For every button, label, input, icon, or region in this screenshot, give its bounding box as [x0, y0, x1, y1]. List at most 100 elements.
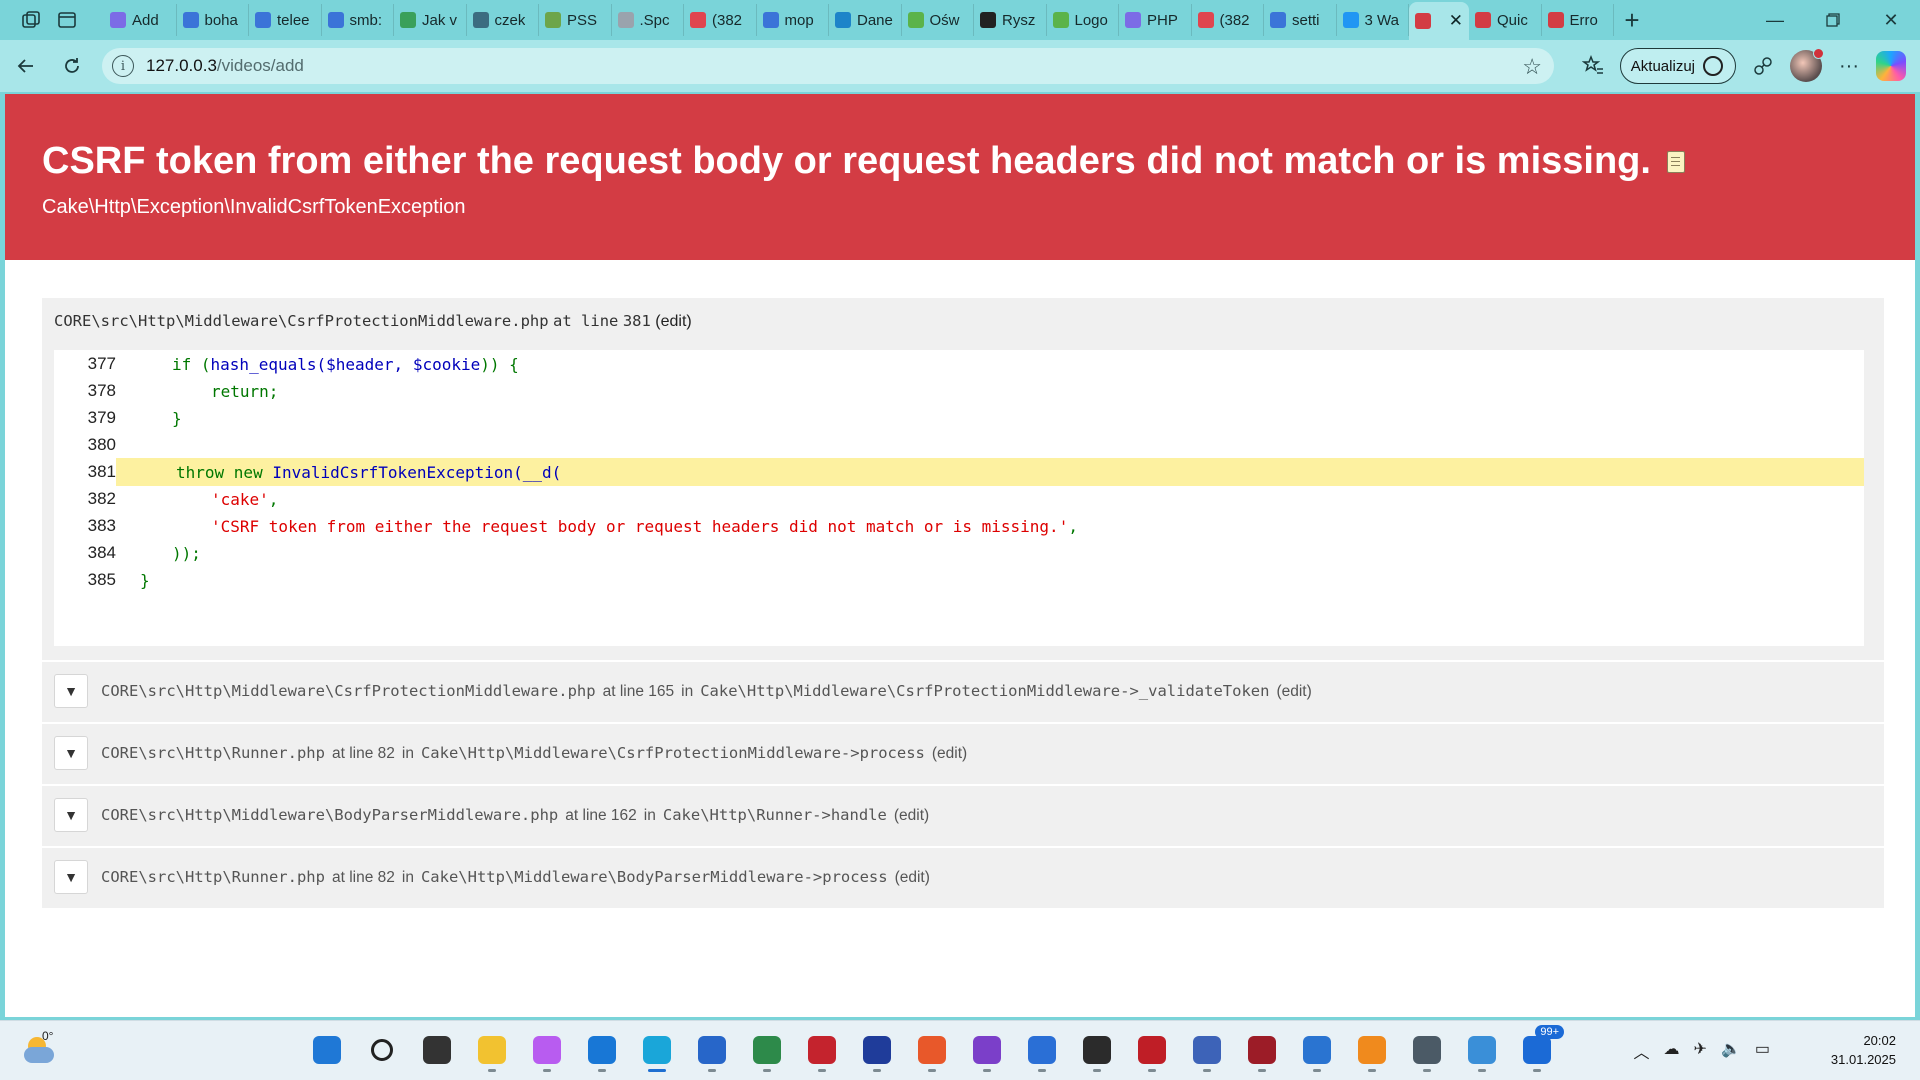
stack-frame-row[interactable]: ▼ CORE\src\Http\Runner.php at line 82 in…	[42, 846, 1884, 906]
browser-tab[interactable]: Ośw	[902, 4, 974, 36]
url-text[interactable]: 127.0.0.3/videos/add	[146, 56, 304, 76]
stack-frame-text[interactable]: CORE\src\Http\Middleware\BodyParserMiddl…	[101, 806, 929, 825]
copy-clipboard-icon[interactable]	[1666, 150, 1685, 173]
code-line: 384 ));	[54, 539, 1864, 567]
browser-tab[interactable]: Add	[104, 4, 177, 36]
player-icon[interactable]	[1349, 1027, 1395, 1073]
search-icon[interactable]	[359, 1027, 405, 1073]
stack-edit-link[interactable]: (edit)	[932, 745, 967, 763]
browser-tab[interactable]: Logo	[1047, 4, 1119, 36]
stack-in: in	[401, 868, 414, 886]
browser-tab[interactable]: Quic	[1469, 4, 1542, 36]
file-explorer-icon[interactable]	[469, 1027, 515, 1073]
new-tab-icon[interactable]: +	[1614, 4, 1650, 36]
extensions-icon[interactable]	[1746, 49, 1780, 83]
stack-edit-link[interactable]: (edit)	[895, 869, 930, 887]
tab-title: smb:	[349, 11, 383, 29]
filezilla-icon[interactable]	[1129, 1027, 1175, 1073]
copilot-icon[interactable]	[524, 1027, 570, 1073]
browser-tab[interactable]: Jak v	[394, 4, 467, 36]
expand-toggle-icon[interactable]: ▼	[54, 736, 88, 770]
close-tab-icon[interactable]: ✕	[1449, 11, 1463, 31]
app-glyph	[1193, 1036, 1221, 1064]
stack-frame-row[interactable]: ▼ CORE\src\Http\Runner.php at line 82 in…	[42, 722, 1884, 782]
browser-tab[interactable]: .Spc	[612, 4, 684, 36]
close-window-icon[interactable]: ✕	[1862, 0, 1920, 40]
copilot-icon[interactable]	[1876, 51, 1906, 81]
task-view-icon[interactable]	[414, 1027, 460, 1073]
browser-tab[interactable]: Erro	[1542, 4, 1614, 36]
error-title: CSRF token from either the request body …	[42, 140, 1685, 183]
browser-tab[interactable]: czek	[467, 4, 539, 36]
battery-icon[interactable]: ▭	[1755, 1039, 1770, 1063]
notepad-icon[interactable]	[1294, 1027, 1340, 1073]
terminal-icon[interactable]	[1074, 1027, 1120, 1073]
restore-icon[interactable]	[1804, 0, 1862, 40]
line-number: 379	[87, 408, 116, 427]
browser-tab[interactable]: Rysz	[974, 4, 1047, 36]
browser-tab[interactable]: mop	[757, 4, 829, 36]
back-arrow-icon[interactable]	[6, 46, 46, 86]
browser-tab[interactable]: boha	[177, 4, 249, 36]
line-number: 380	[87, 435, 116, 454]
stack-edit-link[interactable]: (edit)	[1276, 683, 1311, 701]
tab-favicon-icon	[1270, 12, 1286, 28]
stack-frame-text[interactable]: CORE\src\Http\Middleware\CsrfProtectionM…	[101, 682, 1312, 701]
frame-edit-link[interactable]: (edit)	[655, 313, 691, 330]
browser-tab[interactable]: (382	[1192, 4, 1264, 36]
workspaces-icon[interactable]	[16, 5, 46, 35]
save-icon[interactable]	[854, 1027, 900, 1073]
clock[interactable]: 20:02 31.01.2025	[1831, 1031, 1896, 1069]
update-button[interactable]: Aktualizuj	[1619, 48, 1736, 84]
d-app-icon[interactable]	[1239, 1027, 1285, 1073]
stack-frame-row[interactable]: ▼ CORE\src\Http\Middleware\CsrfProtectio…	[42, 660, 1884, 720]
weather-widget[interactable]: 0°	[20, 1029, 60, 1071]
expand-toggle-icon[interactable]: ▼	[54, 798, 88, 832]
network-icon[interactable]	[1184, 1027, 1230, 1073]
control-panel-icon[interactable]	[1459, 1027, 1505, 1073]
site-info-icon[interactable]: i	[112, 55, 134, 77]
code-token: ,	[268, 489, 279, 509]
more-menu-icon[interactable]: ···	[1832, 49, 1866, 83]
clock-time: 20:02	[1863, 1033, 1896, 1048]
stack-edit-link[interactable]: (edit)	[894, 807, 929, 825]
stack-frame-text[interactable]: CORE\src\Http\Runner.php at line 82 in C…	[101, 868, 930, 887]
airplane-icon[interactable]: ✈	[1694, 1039, 1707, 1063]
favorite-star-icon[interactable]: ☆	[1522, 54, 1542, 80]
code-line-highlighted: 381 throw new InvalidCsrfTokenException(…	[54, 458, 1864, 486]
expand-toggle-icon[interactable]: ▼	[54, 674, 88, 708]
settings-icon[interactable]	[1404, 1027, 1450, 1073]
profile-avatar[interactable]	[1790, 48, 1824, 82]
vertical-tabs-icon[interactable]	[52, 5, 82, 35]
stack-frame-row[interactable]: ▼ CORE\src\Http\Middleware\BodyParserMid…	[42, 784, 1884, 844]
browser-tab[interactable]: setti	[1264, 4, 1337, 36]
store-icon[interactable]	[689, 1027, 735, 1073]
browser-tab[interactable]: Dane	[829, 4, 902, 36]
chevron-up-icon[interactable]: ︿	[1634, 1039, 1650, 1063]
vs-code-like-icon[interactable]	[744, 1027, 790, 1073]
reload-icon[interactable]	[52, 46, 92, 86]
edge-icon[interactable]	[634, 1027, 680, 1073]
firefox-dev-icon[interactable]	[1019, 1027, 1065, 1073]
browser-tab[interactable]: smb:	[322, 4, 394, 36]
teams-like-icon[interactable]: 99+	[1514, 1025, 1564, 1073]
cloud-sync-icon[interactable]: ☁	[1664, 1039, 1680, 1063]
stack-frame-text[interactable]: CORE\src\Http\Runner.php at line 82 in C…	[101, 744, 967, 763]
volume-icon[interactable]: 🔈	[1721, 1039, 1741, 1063]
address-bar[interactable]: i 127.0.0.3/videos/add ☆	[102, 48, 1554, 84]
expand-toggle-icon[interactable]: ▼	[54, 860, 88, 894]
browser-tab[interactable]: 3 Wa	[1337, 4, 1409, 36]
media-icon[interactable]	[799, 1027, 845, 1073]
git-icon[interactable]	[909, 1027, 955, 1073]
browser-tab-active[interactable]: ✕	[1409, 2, 1469, 40]
taskbar: 0° 99+ ︿ ☁ ✈ 🔈 ▭ 20:02 31.01.2025	[0, 1020, 1920, 1080]
github-icon[interactable]	[964, 1027, 1010, 1073]
minimize-icon[interactable]: —	[1746, 0, 1804, 40]
outlook-icon[interactable]	[579, 1027, 625, 1073]
favorites-icon[interactable]	[1576, 49, 1610, 83]
browser-tab[interactable]: PHP	[1119, 4, 1192, 36]
browser-tab[interactable]: telee	[249, 4, 322, 36]
browser-tab[interactable]: (382	[684, 4, 757, 36]
start-icon[interactable]	[304, 1027, 350, 1073]
browser-tab[interactable]: PSS	[539, 4, 612, 36]
